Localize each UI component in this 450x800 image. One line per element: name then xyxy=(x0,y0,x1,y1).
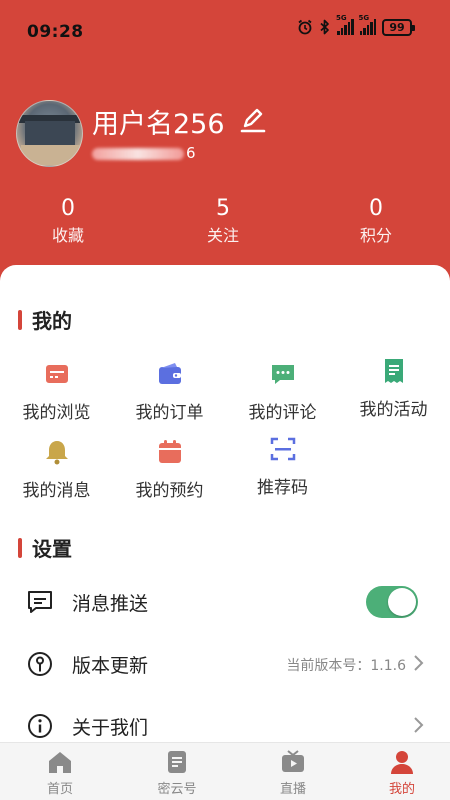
grid-item-label: 我的评论 xyxy=(248,403,317,423)
current-version: 当前版本号：1.1.6 xyxy=(286,658,406,674)
scan-icon xyxy=(270,437,295,461)
section-title-text: 我的 xyxy=(32,309,72,333)
stat-following[interactable]: 5 关注 xyxy=(178,194,268,248)
stats-row: 0 收藏 5 关注 0 积分 xyxy=(0,194,450,254)
stat-value: 5 xyxy=(216,196,230,221)
tab-live[interactable]: 直播 xyxy=(237,743,349,800)
phone-masked xyxy=(92,147,184,160)
info-icon xyxy=(28,714,52,738)
push-toggle[interactable] xyxy=(366,586,418,618)
bluetooth-icon xyxy=(319,19,331,35)
grid-item-label: 我的浏览 xyxy=(22,403,91,423)
tab-home[interactable]: 首页 xyxy=(4,743,116,800)
browse-history-icon xyxy=(45,365,68,383)
chevron-right-icon xyxy=(414,717,424,733)
tab-label: 我的 xyxy=(388,782,415,797)
bottom-tab-bar: 首页 密云号 直播 我的 xyxy=(0,742,450,800)
setting-version-update[interactable]: 版本更新 当前版本号：1.1.6 xyxy=(0,636,450,692)
toggle-knob xyxy=(388,588,416,616)
avatar[interactable] xyxy=(16,100,83,167)
username: 用户名256 xyxy=(92,109,225,140)
home-icon xyxy=(49,752,71,773)
section-accent-bar xyxy=(18,537,22,558)
stat-favorites[interactable]: 0 收藏 xyxy=(23,194,113,248)
document-icon xyxy=(168,751,186,773)
receipt-icon xyxy=(384,359,403,383)
grid-item-label: 我的预约 xyxy=(135,481,204,501)
signal-icon-2: 5G xyxy=(359,14,376,35)
section-title-settings: 设置 xyxy=(18,533,72,562)
bell-icon xyxy=(45,441,68,465)
content-card: 我的 我的浏览 我的订单 我的评论 我的活动 我的消息 我的预约 推荐码 设置 … xyxy=(0,265,450,745)
message-square-icon xyxy=(28,591,52,613)
username-row: 用户名256 xyxy=(92,102,267,141)
stat-value: 0 xyxy=(61,196,75,221)
edit-icon[interactable] xyxy=(239,106,267,138)
setting-label: 关于我们 xyxy=(72,717,149,739)
setting-label: 版本更新 xyxy=(72,655,149,677)
grid-item-comments[interactable]: 我的评论 xyxy=(230,360,335,423)
battery-icon: 99 xyxy=(382,18,415,36)
grid-item-browse[interactable]: 我的浏览 xyxy=(4,360,109,423)
grid-item-label: 我的活动 xyxy=(359,400,428,420)
phone-suffix: 6 xyxy=(186,144,196,162)
network-type-label-2: 5G xyxy=(358,14,370,22)
stat-value: 0 xyxy=(369,196,383,221)
tv-icon xyxy=(282,750,304,772)
tab-label: 密云号 xyxy=(157,782,197,797)
grid-item-orders[interactable]: 我的订单 xyxy=(117,360,222,423)
grid-item-label: 推荐码 xyxy=(257,478,308,498)
tab-label: 首页 xyxy=(46,782,73,797)
section-title-text: 设置 xyxy=(32,537,72,561)
section-title-mine: 我的 xyxy=(18,305,72,334)
version-icon xyxy=(28,652,52,676)
grid-item-label: 我的消息 xyxy=(22,481,91,501)
setting-label: 消息推送 xyxy=(72,593,149,615)
network-type-label: 5G xyxy=(336,14,347,22)
alarm-icon xyxy=(297,19,313,35)
tab-miyun-account[interactable]: 密云号 xyxy=(121,743,233,800)
avatar-wall xyxy=(21,145,81,165)
stat-points[interactable]: 0 积分 xyxy=(331,194,421,248)
tab-label: 直播 xyxy=(279,782,306,797)
status-icons: 5G 5G 99 xyxy=(297,14,415,38)
status-bar: 09:28 5G 5G 99 xyxy=(0,0,450,60)
grid-item-activities[interactable]: 我的活动 xyxy=(341,357,446,420)
person-icon xyxy=(391,751,413,774)
setting-push-notifications: 消息推送 xyxy=(0,574,450,630)
status-time: 09:28 xyxy=(27,22,84,42)
stat-label: 收藏 xyxy=(51,226,84,245)
wallet-icon xyxy=(158,363,181,384)
stat-label: 关注 xyxy=(206,226,239,245)
chevron-right-icon xyxy=(414,655,424,671)
comment-icon xyxy=(271,365,294,384)
tab-mine[interactable]: 我的 xyxy=(346,743,450,800)
grid-item-messages[interactable]: 我的消息 xyxy=(4,438,109,501)
grid-item-reservations[interactable]: 我的预约 xyxy=(117,438,222,501)
avatar-building xyxy=(25,121,75,147)
signal-icon: 5G xyxy=(336,14,354,35)
grid-item-referral-code[interactable]: 推荐码 xyxy=(230,435,335,498)
calendar-icon xyxy=(158,440,181,463)
grid-item-label: 我的订单 xyxy=(135,403,204,423)
section-accent-bar xyxy=(18,309,22,330)
phone-number: 6 xyxy=(92,144,196,162)
stat-label: 积分 xyxy=(359,226,392,245)
